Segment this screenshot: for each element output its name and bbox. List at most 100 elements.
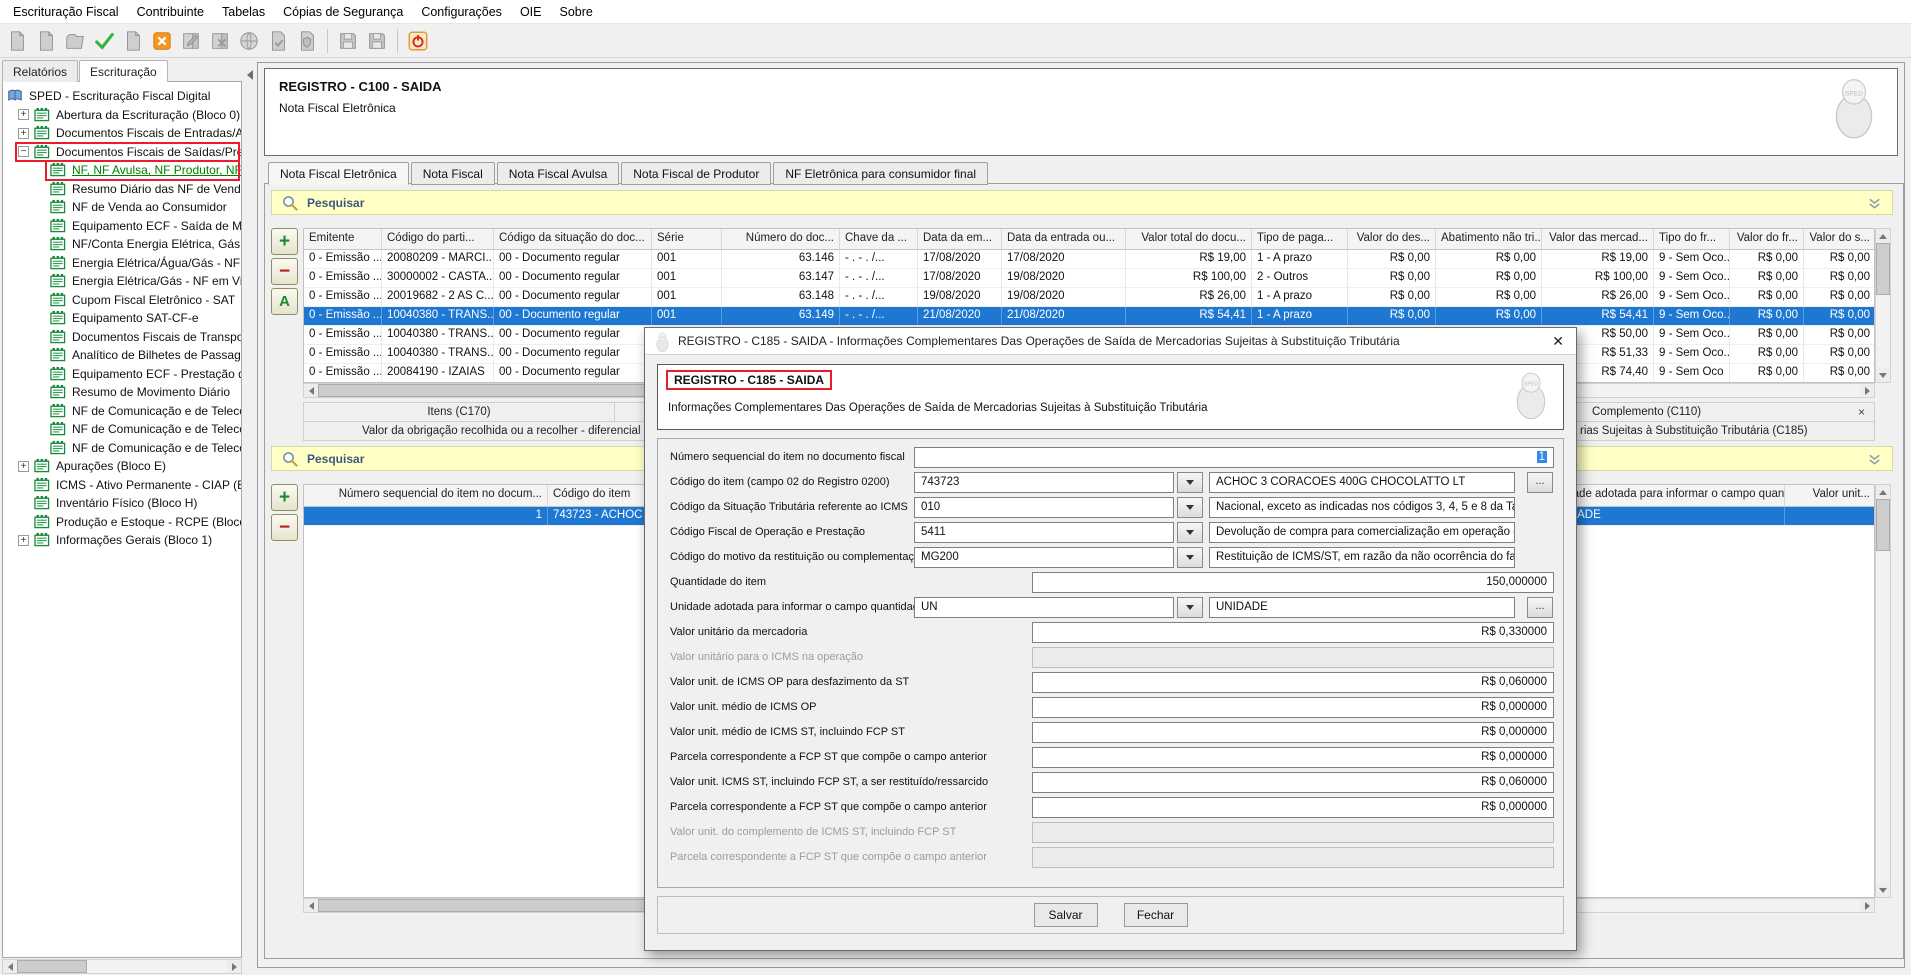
tree-item[interactable]: NF/Conta Energia Elétrica, Gás e Ág (3, 235, 241, 254)
close-section-icon[interactable]: × (1858, 405, 1865, 419)
remove-item-button[interactable]: − (271, 514, 298, 541)
chevron-double-down-icon[interactable] (1867, 196, 1882, 211)
sidebar-splitter[interactable] (243, 60, 257, 974)
tree-item[interactable]: Documentos Fiscais de Transportes (3, 328, 241, 347)
tree-item[interactable]: +Apurações (Bloco E) (3, 457, 241, 476)
value-input[interactable]: 150,000000 (1032, 572, 1554, 593)
code-input[interactable]: 5411 (914, 522, 1174, 543)
tree-item[interactable]: SPED - Escrituração Fiscal Digital (3, 87, 241, 106)
tree-item[interactable]: Resumo de Movimento Diário (3, 383, 241, 402)
expand-icon[interactable]: + (18, 461, 29, 472)
menu-item-configurac-o-es[interactable]: Configurações (412, 1, 511, 23)
scroll-right-icon[interactable] (1860, 384, 1874, 397)
search-bar[interactable]: Pesquisar (271, 190, 1893, 215)
value-input[interactable]: R$ 0,330000 (1032, 622, 1554, 643)
tree-item[interactable]: Cupom Fiscal Eletrônico - SAT (3, 291, 241, 310)
delete-record-icon[interactable] (148, 27, 176, 55)
scroll-right-icon[interactable] (1860, 899, 1874, 912)
scrollbar-thumb[interactable] (1876, 243, 1890, 295)
tree-horizontal-scrollbar[interactable] (2, 959, 242, 974)
tab-nf-eletro-nica-para-consumidor-final[interactable]: NF Eletrônica para consumidor final (773, 162, 988, 185)
dropdown-button[interactable] (1177, 597, 1203, 618)
menu-item-escriturac-a-o-fiscal[interactable]: Escrituração Fiscal (4, 1, 128, 23)
column-header[interactable]: Chave da ... (840, 229, 918, 249)
scroll-down-icon[interactable] (1876, 368, 1890, 382)
tree-item[interactable]: NF, NF Avulsa, NF Produtor, NF-e, N (3, 161, 241, 180)
tree-item[interactable]: +Informações Gerais (Bloco 1) (3, 531, 241, 550)
menu-item-sobre[interactable]: Sobre (550, 1, 601, 23)
browse-button[interactable]: ... (1527, 597, 1553, 618)
description-input[interactable]: Devolução de compra para comercialização… (1209, 522, 1515, 543)
scroll-left-icon[interactable] (3, 960, 17, 973)
scroll-left-icon[interactable] (304, 384, 318, 397)
value-input[interactable]: R$ 0,000000 (1032, 722, 1554, 743)
tree-item[interactable]: +Documentos Fiscais de Entradas/Aquisi (3, 124, 241, 143)
value-input[interactable]: R$ 0,060000 (1032, 772, 1554, 793)
expand-icon[interactable]: + (18, 109, 29, 120)
collapse-icon[interactable]: − (18, 146, 29, 157)
tree-item[interactable]: Resumo Diário das NF de Venda a C (3, 180, 241, 199)
tree-item[interactable]: NF de Comunicação e de Telecomu (3, 439, 241, 458)
menu-item-oie[interactable]: OIE (511, 1, 551, 23)
scrollbar-thumb[interactable] (17, 960, 87, 973)
scroll-up-icon[interactable] (1876, 229, 1890, 243)
tree-item[interactable]: NF de Comunicação e de Telecomu (3, 402, 241, 421)
value-input[interactable]: R$ 0,060000 (1032, 672, 1554, 693)
tree-item[interactable]: ICMS - Ativo Permanente - CIAP (Bloco (3, 476, 241, 495)
tree-item[interactable]: −Documentos Fiscais de Saídas/Prestaçõ (3, 143, 241, 162)
menu-item-contribuinte[interactable]: Contribuinte (128, 1, 213, 23)
save-button[interactable]: Salvar (1034, 903, 1098, 927)
dropdown-button[interactable] (1177, 522, 1203, 543)
tab-nota-fiscal-avulsa[interactable]: Nota Fiscal Avulsa (497, 162, 620, 185)
chevron-double-down-icon[interactable] (1867, 452, 1882, 467)
collapse-sidebar-icon[interactable] (247, 70, 253, 80)
column-header[interactable]: Tipo de paga... (1252, 229, 1348, 249)
auto-button[interactable]: A (271, 288, 298, 315)
column-header[interactable]: Valor do des... (1348, 229, 1436, 249)
tab-nota-fiscal-eletro-nica[interactable]: Nota Fiscal Eletrônica (268, 162, 409, 185)
column-header[interactable]: Valor unit... (1785, 485, 1875, 506)
dropdown-button[interactable] (1177, 472, 1203, 493)
scroll-left-icon[interactable] (304, 899, 318, 912)
menu-item-tabelas[interactable]: Tabelas (213, 1, 274, 23)
close-icon[interactable]: ✕ (1552, 333, 1564, 349)
remove-record-button[interactable]: − (271, 258, 298, 285)
value-input[interactable]: R$ 0,000000 (1032, 747, 1554, 768)
description-input[interactable]: Restituição de ICMS/ST, em razão da não … (1209, 547, 1515, 568)
code-input[interactable]: UN (914, 597, 1174, 618)
tree-item[interactable]: Energia Elétrica/Gás - NF em Via Ún (3, 272, 241, 291)
scroll-down-icon[interactable] (1876, 883, 1890, 897)
tree-item[interactable]: Inventário Físico (Bloco H) (3, 494, 241, 513)
close-button[interactable]: Fechar (1124, 903, 1188, 927)
column-header[interactable]: Número do doc... (722, 229, 840, 249)
dropdown-button[interactable] (1177, 547, 1203, 568)
tree-item[interactable]: Equipamento ECF - Prestação de Se (3, 365, 241, 384)
column-header[interactable]: Valor total do docu... (1126, 229, 1252, 249)
validate-check-icon[interactable] (90, 27, 118, 55)
tree-item[interactable]: Produção e Estoque - RCPE (Bloco K) (3, 513, 241, 532)
column-header[interactable]: Unidade adotada para informar o campo qu… (1544, 485, 1785, 506)
value-input[interactable]: R$ 0,000000 (1032, 697, 1554, 718)
column-header[interactable]: Série (652, 229, 722, 249)
column-header[interactable]: Número sequencial do item no docum... (304, 485, 548, 506)
dialog-titlebar[interactable]: SPED REGISTRO - C185 - SAIDA - Informaçõ… (645, 328, 1576, 355)
column-header[interactable]: Código da situação do doc... (494, 229, 652, 249)
tab-relatorios[interactable]: Relatórios (2, 60, 78, 82)
document-row[interactable]: 0 - Emissão ...20019682 - 2 AS C...00 - … (304, 288, 1874, 307)
tree-item[interactable]: Analítico de Bilhetes de Passagem (3, 346, 241, 365)
column-header[interactable]: Abatimento não tri... (1436, 229, 1542, 249)
column-header[interactable]: Tipo do fr... (1654, 229, 1730, 249)
documents-table-vscrollbar[interactable] (1875, 228, 1891, 383)
tab-nota-fiscal[interactable]: Nota Fiscal (411, 162, 495, 185)
scroll-right-icon[interactable] (227, 960, 241, 973)
sequence-input[interactable]: 1 (914, 447, 1554, 468)
tree-item[interactable]: NF de Venda ao Consumidor (3, 198, 241, 217)
add-record-button[interactable]: + (271, 228, 298, 255)
column-header[interactable]: Emitente (304, 229, 382, 249)
tree-item[interactable]: NF de Comunicação e de Telecomu (3, 420, 241, 439)
dropdown-button[interactable] (1177, 497, 1203, 518)
tab-nota-fiscal-de-produtor[interactable]: Nota Fiscal de Produtor (621, 162, 771, 185)
add-item-button[interactable]: + (271, 484, 298, 511)
browse-button[interactable]: ... (1527, 472, 1553, 493)
code-input[interactable]: MG200 (914, 547, 1174, 568)
